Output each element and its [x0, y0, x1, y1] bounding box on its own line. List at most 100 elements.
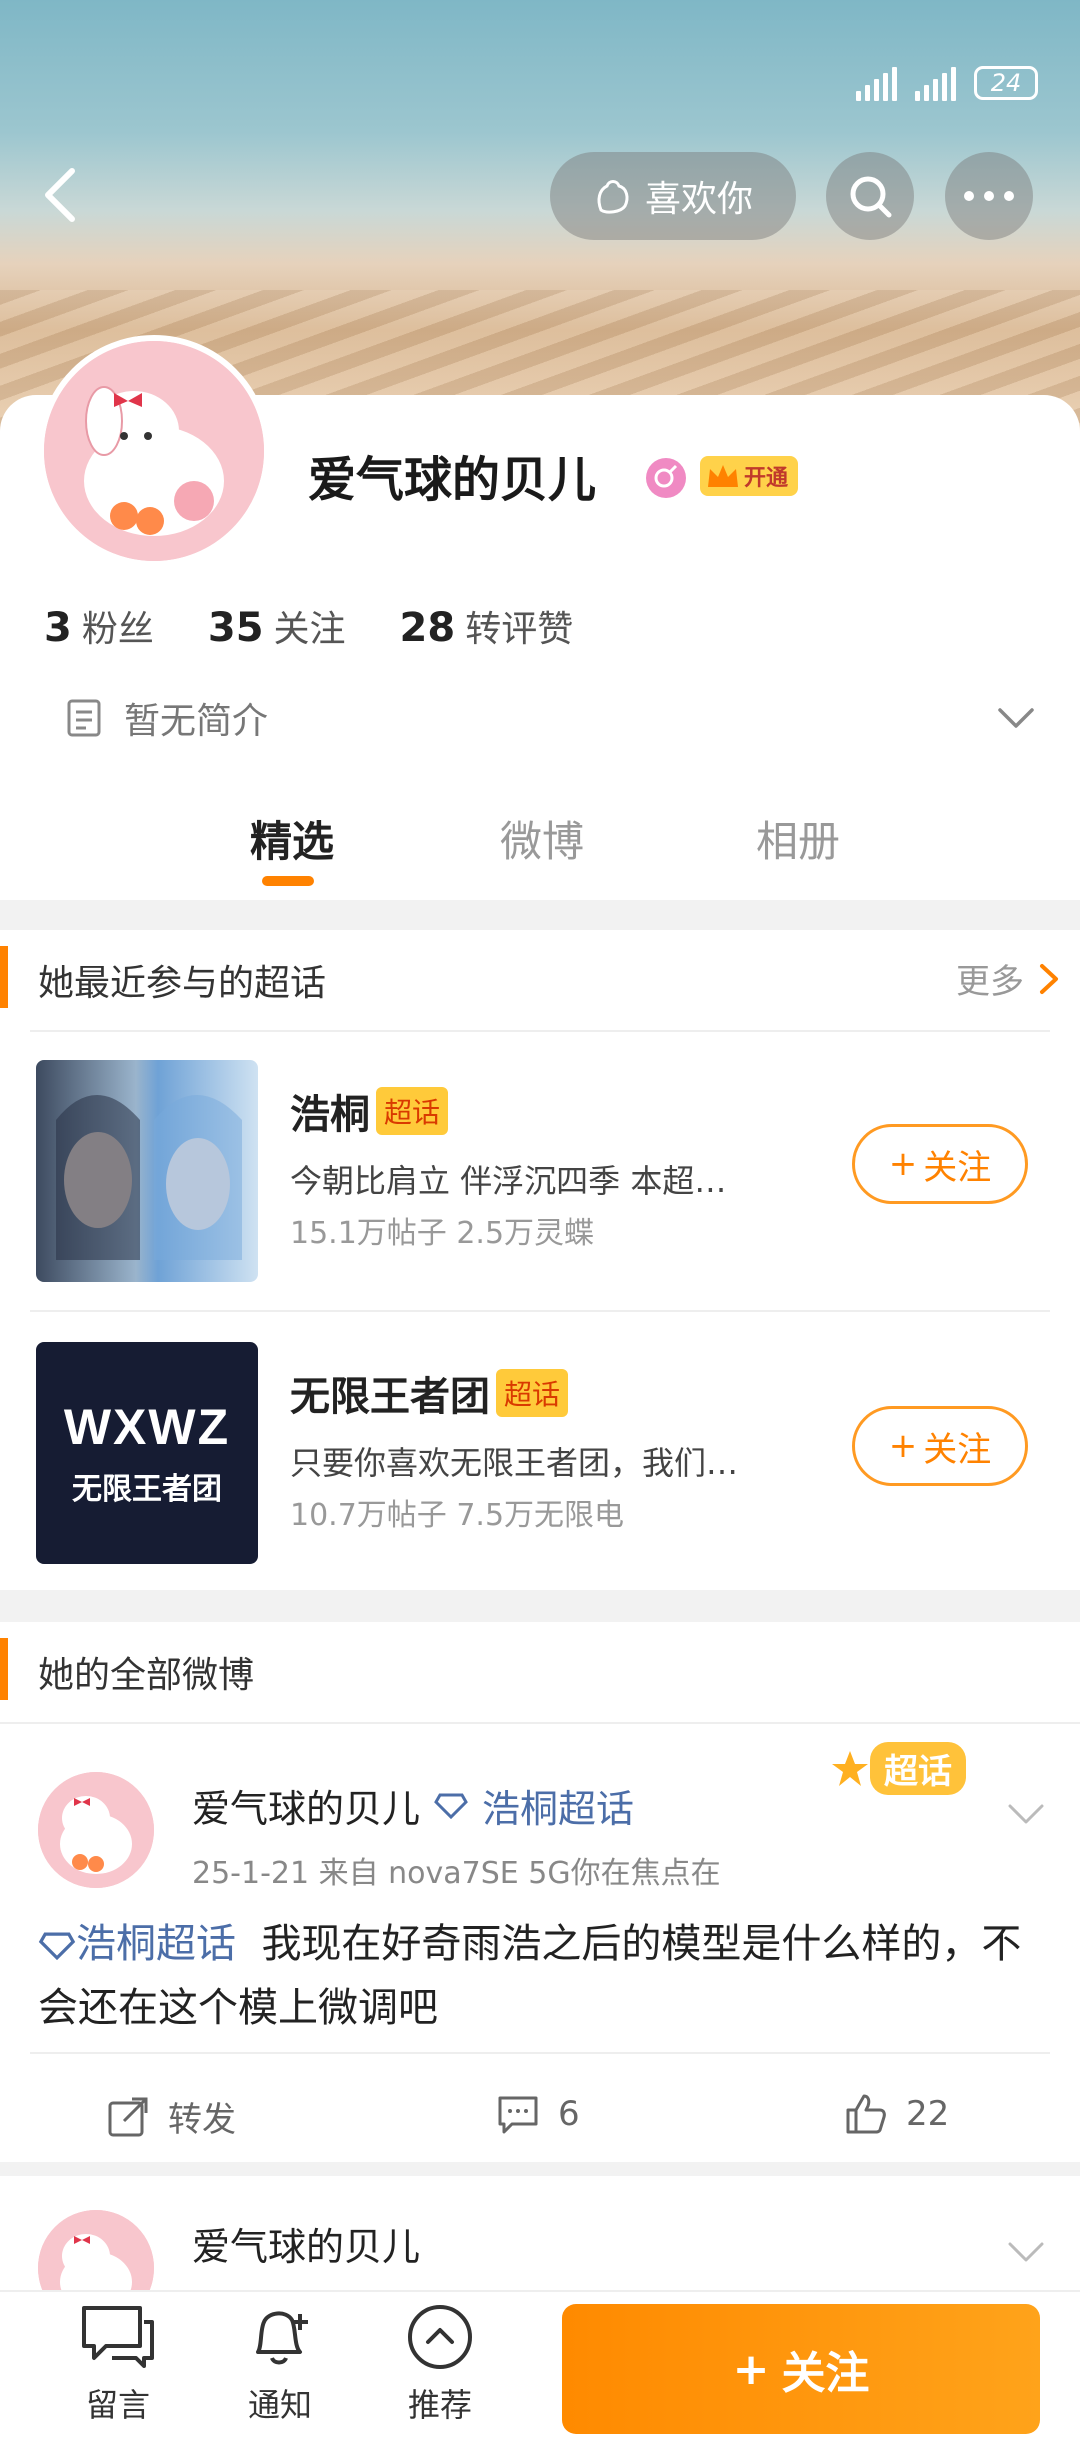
- topic-name: 浩桐: [290, 1092, 370, 1138]
- comment-count: 6: [558, 2094, 580, 2134]
- notify-label: 通知: [247, 2386, 312, 2424]
- section-accent: [0, 1638, 8, 1700]
- chevron-down-icon[interactable]: [996, 706, 1036, 730]
- bunny-avatar-icon: [44, 341, 264, 561]
- following-stat[interactable]: 35 关注: [208, 600, 346, 652]
- post-topic-link[interactable]: 浩桐超话: [482, 1778, 634, 1833]
- signal-icon-2: [915, 65, 956, 101]
- super-topics-section: 她最近参与的超话 更多 浩桐 超话 今朝比肩立 伴浮沉四季 本超… 15.1万帖…: [0, 930, 1080, 1590]
- profile-stats: 3 粉丝 35 关注 28 转评赞: [44, 600, 573, 652]
- topic-description: 只要你喜欢无限王者团，我们…: [290, 1444, 739, 1482]
- fans-label: 粉丝: [81, 609, 154, 650]
- recommend-button[interactable]: 推荐: [380, 2302, 500, 2426]
- message-label: 留言: [85, 2386, 150, 2424]
- chevron-up-circle-icon: [408, 2305, 472, 2369]
- weibo-post[interactable]: 爱气球的贝儿 浩桐超话 超话 25-1-21 来自 nova7SE 5G你在焦点…: [0, 1722, 1080, 2162]
- divider: [30, 1310, 1050, 1312]
- follow-topic-label: 关注: [923, 1147, 992, 1188]
- avatar[interactable]: [38, 335, 270, 567]
- topic-item[interactable]: WXWZ 无限王者团 无限王者团 超话 只要你喜欢无限王者团，我们… 10.7万…: [0, 1342, 1080, 1572]
- thumbs-up-icon: [846, 2094, 886, 2134]
- like-count: 22: [906, 2094, 950, 2134]
- following-count: 35: [207, 605, 264, 651]
- signal-icon: [856, 65, 897, 101]
- comment-button[interactable]: 6: [496, 2092, 580, 2136]
- tab-weibo[interactable]: 微博: [500, 808, 584, 869]
- plus-icon: +: [732, 2343, 770, 2395]
- bell-plus-icon: [256, 2311, 308, 2365]
- chevron-down-icon[interactable]: [1006, 1802, 1046, 1826]
- post-separator: [0, 2162, 1080, 2176]
- section-accent: [0, 946, 8, 1008]
- super-topic-tag: 超话: [376, 1087, 449, 1135]
- divider: [30, 2052, 1050, 2054]
- diamond-icon: [434, 1793, 468, 1819]
- likes-label: 转评赞: [465, 609, 574, 650]
- back-icon[interactable]: [38, 165, 82, 225]
- crown-icon: [708, 465, 738, 487]
- divider: [30, 1030, 1050, 1032]
- like-you-label: 喜欢你: [644, 179, 753, 220]
- weibo-post[interactable]: 爱气球的贝儿: [0, 2176, 1080, 2326]
- post-content: 浩桐超话 我现在好奇雨浩之后的模型是什么样的，不会还在这个模上微调吧: [38, 1912, 1058, 2040]
- status-bar: 24: [856, 60, 1038, 106]
- super-topics-title: 她最近参与的超话: [38, 963, 327, 1004]
- following-label: 关注: [273, 609, 346, 650]
- message-icon: [82, 2306, 154, 2368]
- bio-row[interactable]: 暂无简介: [66, 692, 268, 744]
- like-button[interactable]: 22: [844, 2092, 949, 2136]
- post-meta: 25-1-21 来自 nova7SE 5G你在焦点在: [192, 1856, 721, 1891]
- tab-album[interactable]: 相册: [756, 808, 840, 869]
- follow-topic-button[interactable]: + 关注: [852, 1406, 1028, 1486]
- vip-badge[interactable]: 开通: [700, 456, 799, 496]
- like-you-button[interactable]: 喜欢你: [550, 152, 796, 240]
- like-hand-icon: [597, 180, 629, 214]
- topic-title-row: 无限王者团 超话: [290, 1364, 569, 1422]
- battery-icon: 24: [974, 66, 1038, 100]
- logo-text: WXWZ: [63, 1399, 231, 1455]
- post-topic-inline[interactable]: 浩桐超话: [76, 1921, 236, 1967]
- likes-stat[interactable]: 28 转评赞: [400, 600, 574, 652]
- super-topic-tag: 超话: [496, 1369, 569, 1417]
- super-topic-badge-label: 超话: [870, 1742, 966, 1795]
- follow-button[interactable]: + 关注: [562, 2304, 1040, 2434]
- post-author[interactable]: 爱气球的贝儿: [192, 1778, 420, 1833]
- diamond-icon: [38, 1932, 76, 1961]
- topic-meta: 10.7万帖子 7.5万无限电: [290, 1498, 625, 1533]
- star-icon: [832, 1750, 868, 1786]
- topic-title-row: 浩桐 超话: [290, 1082, 449, 1140]
- bio-text: 暂无简介: [124, 701, 269, 742]
- post-avatar[interactable]: [38, 1772, 154, 1888]
- more-dots-icon: [964, 191, 1014, 201]
- super-topic-badge: 超话: [830, 1742, 966, 1795]
- search-icon: [850, 176, 892, 218]
- message-button[interactable]: 留言: [58, 2302, 178, 2426]
- follow-topic-label: 关注: [923, 1429, 992, 1470]
- document-icon: [67, 699, 101, 737]
- chevron-down-icon[interactable]: [1006, 2240, 1046, 2264]
- topic-meta: 15.1万帖子 2.5万灵蝶: [290, 1216, 595, 1251]
- topic-description: 今朝比肩立 伴浮沉四季 本超…: [290, 1162, 727, 1200]
- post-header: 爱气球的贝儿 浩桐超话: [192, 1778, 634, 1833]
- fans-stat[interactable]: 3 粉丝: [44, 600, 154, 652]
- topic-item[interactable]: 浩桐 超话 今朝比肩立 伴浮沉四季 本超… 15.1万帖子 2.5万灵蝶 + 关注: [0, 1060, 1080, 1310]
- vip-label: 开通: [744, 466, 789, 491]
- likes-count: 28: [399, 605, 456, 651]
- tab-featured[interactable]: 精选: [250, 808, 334, 869]
- female-icon: [646, 458, 686, 498]
- plus-icon: +: [888, 1144, 918, 1184]
- follow-topic-button[interactable]: + 关注: [852, 1124, 1028, 1204]
- tab-indicator: [262, 876, 314, 886]
- notify-button[interactable]: 通知: [220, 2302, 340, 2426]
- search-button[interactable]: [826, 152, 914, 240]
- more-button[interactable]: [945, 152, 1033, 240]
- all-weibo-title: 她的全部微博: [38, 1655, 255, 1696]
- plus-icon: +: [888, 1426, 918, 1466]
- repost-button[interactable]: 转发: [106, 2092, 236, 2141]
- logo-subtext: 无限王者团: [72, 1472, 222, 1507]
- follow-button-label: 关注: [781, 2348, 870, 2399]
- profile-name: 爱气球的贝儿: [308, 452, 597, 508]
- post-author[interactable]: 爱气球的贝儿: [192, 2216, 420, 2271]
- more-link[interactable]: 更多: [956, 954, 1060, 1003]
- topic-logo: WXWZ 无限王者团: [36, 1342, 258, 1564]
